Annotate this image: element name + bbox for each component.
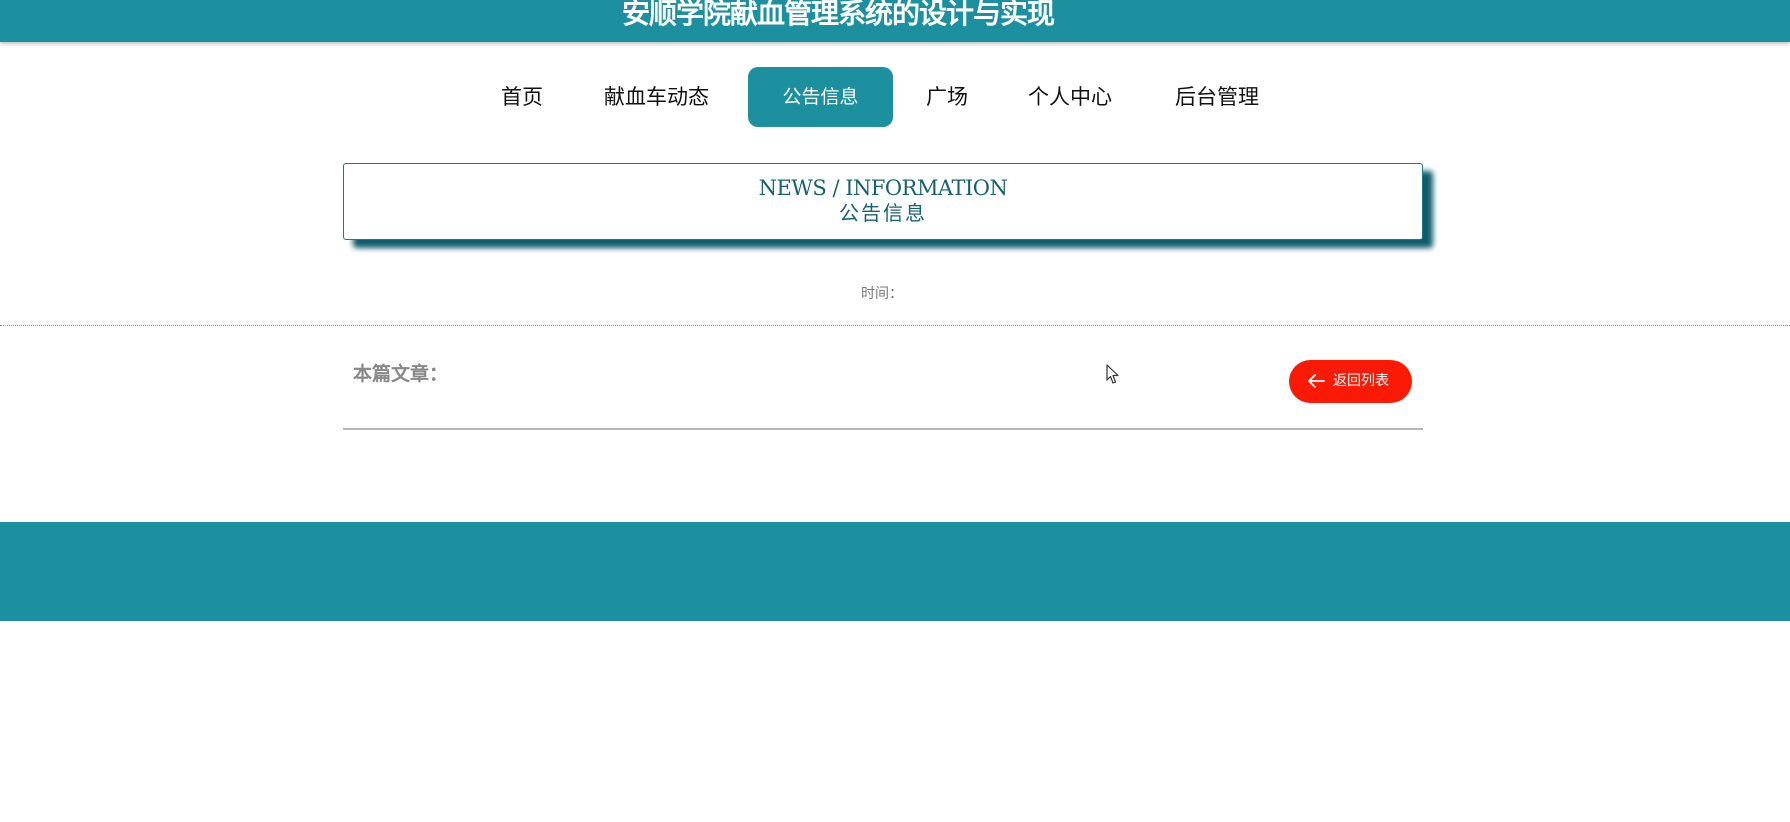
article-bottom-divider bbox=[343, 428, 1423, 430]
section-title-cn: 公告信息 bbox=[839, 201, 927, 225]
nav-item-blood-bus-news[interactable]: 献血车动态 bbox=[604, 67, 709, 127]
current-article-label: 本篇文章： bbox=[353, 363, 449, 385]
section-title-en: NEWS / INFORMATION bbox=[758, 176, 1008, 200]
main-nav: 首页 献血车动态 公告信息 广场 个人中心 后台管理 bbox=[0, 67, 1790, 127]
mouse-cursor-icon bbox=[1106, 364, 1119, 384]
nav-item-square[interactable]: 广场 bbox=[926, 67, 968, 127]
article-time: 时间： bbox=[861, 286, 903, 302]
nav-item-personal-center[interactable]: 个人中心 bbox=[1028, 67, 1112, 127]
nav-item-home[interactable]: 首页 bbox=[501, 67, 543, 127]
nav-item-admin[interactable]: 后台管理 bbox=[1175, 67, 1259, 127]
arrow-left-icon bbox=[1308, 374, 1325, 388]
back-to-list-button[interactable]: 返回列表 bbox=[1289, 360, 1412, 403]
nav-item-announcements[interactable]: 公告信息 bbox=[748, 67, 893, 127]
site-title: 安顺学院献血管理系统的设计与实现 bbox=[621, 0, 1055, 30]
page-footer bbox=[0, 522, 1790, 621]
section-title-box: NEWS / INFORMATION 公告信息 bbox=[343, 163, 1423, 240]
dotted-divider bbox=[0, 325, 1790, 326]
back-to-list-label: 返回列表 bbox=[1333, 373, 1389, 389]
top-header-bar: 安顺学院献血管理系统的设计与实现 bbox=[0, 0, 1790, 42]
